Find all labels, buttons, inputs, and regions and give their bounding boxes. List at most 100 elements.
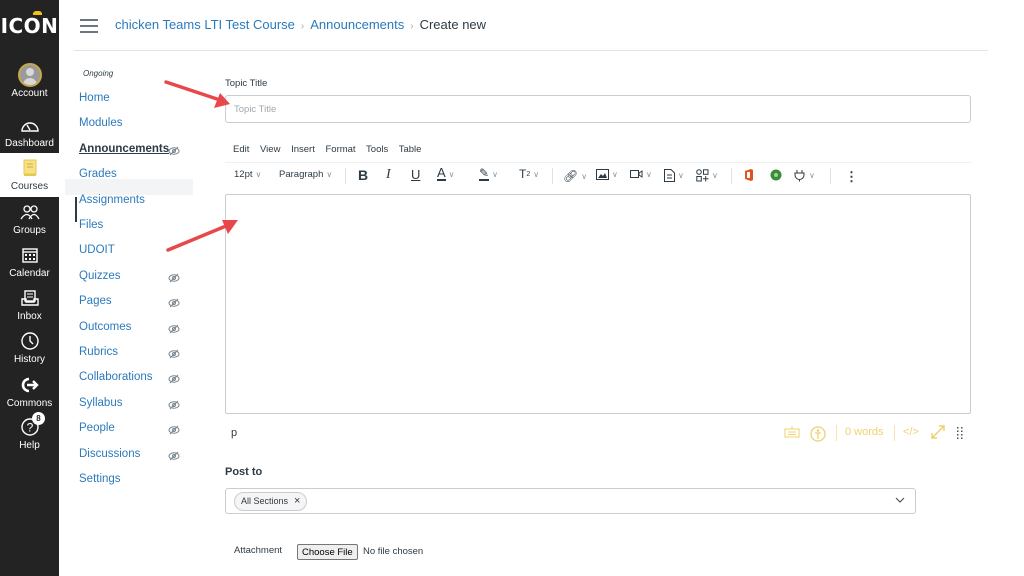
course-nav-item-settings[interactable]: Settings [79, 473, 121, 485]
chevron-down-icon: ∨ [448, 169, 455, 179]
menu-view[interactable]: View [260, 144, 280, 155]
accessibility-checker-icon[interactable] [810, 426, 826, 445]
nav-help[interactable]: ? 8 Help [0, 412, 59, 452]
link-icon[interactable]: 🔗︎ ∨ [563, 169, 587, 183]
keyboard-shortcuts-icon[interactable] [784, 426, 800, 441]
document-icon[interactable]: ∨ [664, 169, 684, 182]
course-nav-item-files[interactable]: Files [79, 219, 103, 231]
text-color-icon[interactable]: A ∨ [437, 166, 455, 181]
course-nav-item-grades[interactable]: Grades [79, 168, 117, 180]
menubar-divider [225, 162, 971, 163]
term-label: Ongoing [83, 69, 114, 78]
menu-format[interactable]: Format [325, 144, 355, 155]
more-options-icon[interactable]: ⋮ [845, 169, 858, 185]
topic-title-label: Topic Title [225, 78, 268, 89]
post-to-select[interactable]: All Sections × [225, 488, 916, 514]
hidden-eye-icon [168, 298, 180, 308]
menu-tools[interactable]: Tools [366, 144, 388, 155]
course-nav-item-udoit[interactable]: UDOIT [79, 244, 115, 256]
resize-handle-icon[interactable] [957, 427, 963, 442]
nav-commons[interactable]: Commons [0, 374, 59, 410]
course-nav-item-outcomes[interactable]: Outcomes [79, 321, 131, 333]
nav-courses-label: Courses [10, 181, 49, 192]
superscript-icon[interactable]: T 2 ∨ [519, 167, 539, 181]
status-divider [836, 425, 837, 441]
font-size-dropdown[interactable]: 12pt ∨ [234, 169, 261, 180]
nav-inbox[interactable]: Inbox [0, 287, 59, 323]
highlight-color-icon[interactable]: ✎ ∨ [479, 167, 498, 181]
hidden-eye-icon [168, 451, 180, 461]
chevron-down-icon[interactable] [895, 495, 905, 505]
nav-calendar[interactable]: Calendar [0, 244, 59, 280]
hidden-eye-icon [168, 425, 180, 435]
course-nav-item-discussions[interactable]: Discussions [79, 448, 140, 460]
history-icon [0, 330, 59, 352]
element-path[interactable]: p [231, 427, 237, 439]
course-nav-item-home[interactable]: Home [79, 92, 110, 104]
svg-text:?: ? [26, 421, 33, 435]
course-nav-item-syllabus[interactable]: Syllabus [79, 397, 122, 409]
chevron-down-icon: ∨ [533, 169, 540, 179]
bold-icon[interactable]: B [358, 167, 368, 183]
font-size-value: 12pt [234, 169, 253, 180]
word-count[interactable]: 0 words [845, 426, 884, 438]
recycle-icon[interactable] [770, 169, 782, 181]
course-nav-item-assignments[interactable]: Assignments [79, 194, 145, 206]
course-nav-item-pages[interactable]: Pages [79, 295, 112, 307]
nav-history-label: History [13, 354, 46, 365]
fullscreen-icon[interactable] [930, 424, 946, 443]
chevron-down-icon: ∨ [809, 171, 815, 180]
remove-tag-icon[interactable]: × [294, 493, 300, 510]
block-format-value: Paragraph [279, 169, 324, 180]
course-nav-item-collaborations[interactable]: Collaborations [79, 371, 153, 383]
course-nav-item-people[interactable]: People [79, 422, 115, 434]
chevron-down-icon: ∨ [646, 170, 652, 179]
breadcrumb-current: Create new [419, 17, 487, 32]
menu-table[interactable]: Table [399, 144, 422, 155]
course-nav-item-announcements[interactable]: Announcements [79, 143, 169, 155]
icon-logo[interactable]: ICON [0, 11, 59, 38]
chevron-down-icon: ∨ [712, 171, 718, 180]
breadcrumb-course[interactable]: chicken Teams LTI Test Course [115, 17, 295, 32]
global-nav: ICON Account Dashboard Courses Groups Ca… [0, 0, 59, 576]
courses-icon [0, 157, 59, 179]
topic-title-input[interactable] [225, 95, 971, 123]
nav-groups-label: Groups [13, 225, 46, 236]
nav-inbox-label: Inbox [17, 311, 42, 322]
html-editor-toggle[interactable]: </> [903, 426, 919, 438]
italic-icon[interactable]: I [386, 167, 391, 183]
hidden-eye-icon [168, 400, 180, 410]
menu-edit[interactable]: Edit [233, 144, 249, 155]
inbox-icon [0, 287, 59, 309]
nav-groups[interactable]: Groups [0, 201, 59, 237]
breadcrumb-announcements[interactable]: Announcements [310, 17, 404, 32]
rich-content-editor-area[interactable] [225, 194, 971, 414]
menu-insert[interactable]: Insert [291, 144, 315, 155]
hidden-eye-icon [168, 349, 180, 359]
post-to-label: Post to [225, 466, 263, 478]
nav-history[interactable]: History [0, 330, 59, 366]
dashboard-icon [0, 114, 59, 136]
hamburger-menu-icon[interactable] [80, 19, 98, 33]
section-tag: All Sections × [234, 492, 308, 511]
nav-dashboard[interactable]: Dashboard [0, 114, 59, 150]
office365-icon[interactable] [744, 169, 754, 181]
media-icon[interactable]: ∨ [630, 169, 652, 180]
course-nav-item-quizzes[interactable]: Quizzes [79, 270, 121, 282]
block-format-dropdown[interactable]: Paragraph ∨ [279, 169, 332, 180]
plugin-icon[interactable]: ∨ [793, 169, 815, 182]
no-file-chosen-text: No file chosen [363, 546, 424, 557]
chevron-down-icon: ∨ [326, 170, 333, 179]
editor-toolbar: 12pt ∨ Paragraph ∨ B I U A ∨ ✎ ∨ T 2 ∨ 🔗︎ ∨ ∨ ∨… [225, 166, 971, 188]
course-nav-item-modules[interactable]: Modules [79, 117, 122, 129]
course-nav-item-rubrics[interactable]: Rubrics [79, 346, 118, 358]
nav-courses[interactable]: Courses [0, 153, 59, 197]
chevron-down-icon: ∨ [581, 171, 588, 181]
apps-icon[interactable]: ∨ [696, 169, 718, 182]
section-tag-label: All Sections [241, 496, 289, 506]
nav-dashboard-label: Dashboard [5, 138, 54, 149]
underline-icon[interactable]: U [411, 167, 420, 182]
image-icon[interactable]: ∨ [596, 169, 618, 180]
choose-file-button[interactable]: Choose File [297, 544, 358, 560]
nav-account[interactable]: Account [0, 63, 59, 106]
